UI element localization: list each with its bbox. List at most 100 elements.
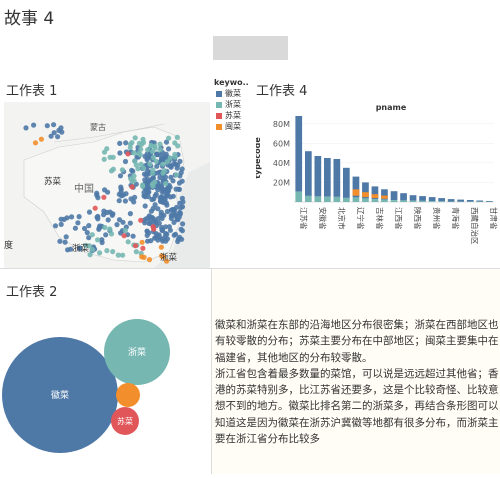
bar-segment-hui[interactable] [305, 151, 312, 196]
bar-segment-hui[interactable] [438, 198, 445, 201]
map-dot[interactable] [140, 240, 145, 245]
bar-segment-zhe[interactable] [353, 197, 360, 202]
map-dot[interactable] [180, 204, 185, 209]
bar-segment-zhe[interactable] [410, 201, 417, 202]
map-dot[interactable] [158, 147, 163, 152]
map-dot[interactable] [107, 226, 112, 231]
map-dot[interactable] [82, 226, 87, 231]
bar-segment-zhe[interactable] [400, 200, 407, 202]
bar-segment-hui[interactable] [343, 168, 350, 198]
bar-segment-hui[interactable] [315, 156, 322, 196]
map-dot[interactable] [63, 240, 68, 245]
map-dot[interactable] [131, 234, 136, 239]
map-dot[interactable] [165, 193, 170, 198]
legend-item-zhe[interactable]: 浙菜 [216, 99, 260, 110]
map-dot[interactable] [97, 250, 102, 255]
map-dot[interactable] [51, 122, 56, 127]
map-dot[interactable] [120, 220, 125, 225]
map-dot[interactable] [159, 245, 164, 250]
map-dot[interactable] [59, 222, 64, 227]
bar-segment-hui[interactable] [467, 200, 474, 202]
map-dot[interactable] [90, 247, 95, 252]
map-dot[interactable] [62, 217, 67, 222]
map-dot[interactable] [178, 212, 183, 217]
map-dot[interactable] [45, 123, 50, 128]
bar-segment-min[interactable] [381, 196, 388, 199]
cuisine-bubble-chart[interactable]: 徽菜浙菜苏菜 [0, 300, 210, 474]
map-dot[interactable] [104, 248, 109, 253]
map-dot[interactable] [157, 142, 162, 147]
map-dot[interactable] [153, 235, 158, 240]
map-dot[interactable] [108, 155, 113, 160]
map-dot[interactable] [172, 233, 177, 238]
map-dot[interactable] [126, 239, 131, 244]
bar-segment-hui[interactable] [457, 200, 464, 202]
map-dot[interactable] [177, 180, 182, 185]
bar-segment-zhe[interactable] [324, 197, 331, 202]
map-dot[interactable] [143, 203, 148, 208]
map-dot[interactable] [102, 157, 107, 162]
map-dot[interactable] [145, 147, 150, 152]
bar-segment-zhe[interactable] [315, 197, 322, 203]
map-dot[interactable] [94, 191, 99, 196]
map-dot[interactable] [173, 212, 178, 217]
map-dot[interactable] [132, 195, 137, 200]
map-dot[interactable] [159, 213, 164, 218]
bar-segment-zhe[interactable] [362, 199, 369, 203]
map-dot[interactable] [139, 254, 144, 259]
map-dot[interactable] [122, 233, 127, 238]
map-dot[interactable] [117, 150, 122, 155]
bar-segment-hui[interactable] [400, 193, 407, 200]
map-dot[interactable] [33, 140, 38, 145]
map-dot[interactable] [144, 188, 149, 193]
map-dot[interactable] [137, 141, 142, 146]
map-dot[interactable] [172, 140, 177, 145]
bar-segment-hui[interactable] [429, 197, 436, 201]
map-dot[interactable] [73, 226, 78, 231]
map-dot[interactable] [114, 222, 119, 227]
map-dot[interactable] [128, 221, 133, 226]
map-dot[interactable] [177, 159, 182, 164]
map-dot[interactable] [176, 187, 181, 192]
bar-segment-zhe[interactable] [381, 200, 388, 202]
map-dot[interactable] [90, 232, 95, 237]
map-dot[interactable] [64, 234, 69, 239]
map-dot[interactable] [121, 192, 126, 197]
map-dot[interactable] [180, 196, 185, 201]
map-dot[interactable] [180, 228, 185, 233]
bar-segment-zhe[interactable] [334, 197, 341, 202]
map-dot[interactable] [120, 167, 125, 172]
map-dot[interactable] [154, 192, 159, 197]
province-bar-chart[interactable]: pnametypecode20M40M60M80M江苏省安徽省北京市辽宁省吉林省… [256, 100, 500, 265]
bar-segment-zhe[interactable] [343, 198, 350, 202]
map-dot[interactable] [140, 246, 145, 251]
map-dot[interactable] [171, 194, 176, 199]
map-dot[interactable] [140, 184, 145, 189]
map-dot[interactable] [163, 181, 168, 186]
bubble-3[interactable] [116, 383, 140, 407]
map-dot[interactable] [152, 180, 157, 185]
legend-item-min[interactable]: 闽菜 [216, 121, 260, 132]
map-dot[interactable] [160, 162, 165, 167]
map-dot[interactable] [86, 223, 91, 228]
map-dot[interactable] [95, 237, 100, 242]
bar-segment-zhe[interactable] [295, 192, 302, 202]
map-dot[interactable] [57, 239, 62, 244]
map-dot[interactable] [95, 216, 100, 221]
map-dot[interactable] [102, 150, 107, 155]
map-dot[interactable] [145, 157, 150, 162]
bar-segment-hui[interactable] [391, 191, 398, 200]
map-dot[interactable] [134, 249, 139, 254]
map-dot[interactable] [145, 239, 150, 244]
map-dot[interactable] [132, 159, 137, 164]
map-dot[interactable] [75, 220, 80, 225]
bar-segment-hui[interactable] [410, 195, 417, 201]
map-dot[interactable] [23, 125, 28, 130]
bar-segment-zhe[interactable] [372, 199, 379, 202]
map-dot[interactable] [175, 135, 180, 140]
map-dot[interactable] [58, 125, 63, 130]
map-dot[interactable] [164, 203, 169, 208]
map-dot[interactable] [103, 232, 108, 237]
map-dot[interactable] [174, 205, 179, 210]
map-dot[interactable] [123, 228, 128, 233]
